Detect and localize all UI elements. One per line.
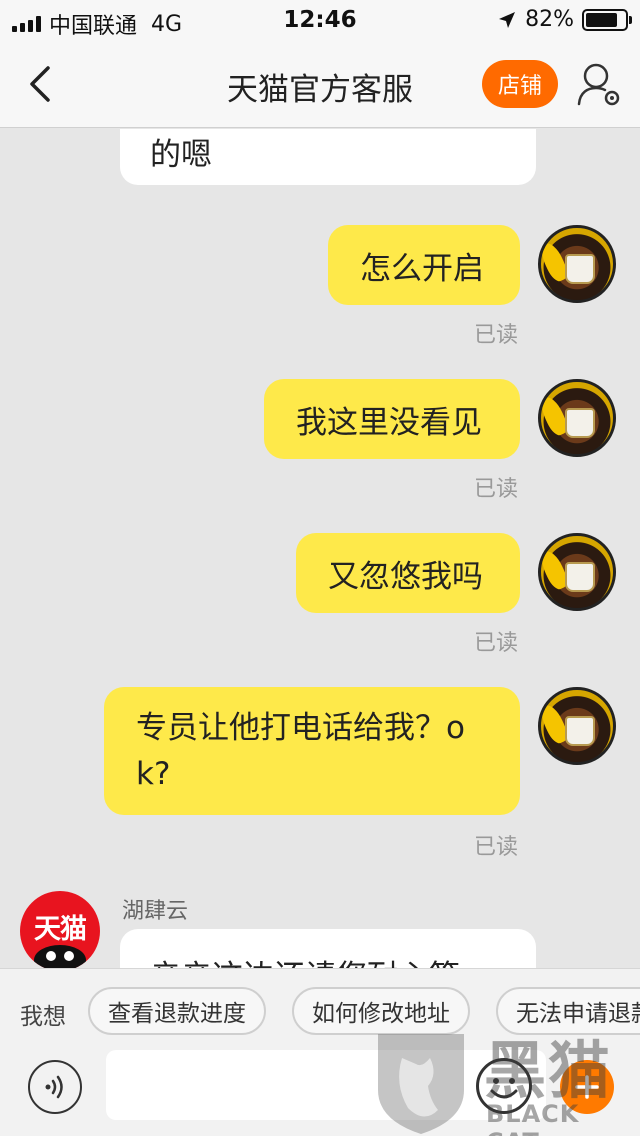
battery-percent: 82% — [525, 7, 574, 32]
avatar[interactable] — [538, 533, 616, 611]
read-status: 已读 — [473, 477, 518, 502]
status-right: 82% — [497, 7, 632, 32]
read-status: 已读 — [473, 323, 518, 348]
shop-button[interactable]: 店铺 — [482, 60, 558, 108]
message-bubble-outgoing[interactable]: 又忽悠我吗 — [296, 533, 520, 613]
voice-button[interactable] — [28, 1060, 82, 1114]
message-text-line: k? — [136, 756, 171, 792]
emoji-icon — [490, 1078, 518, 1099]
avatar[interactable] — [538, 687, 616, 765]
user-settings-icon — [577, 63, 620, 106]
message-text: 我这里没看见 — [296, 404, 482, 441]
location-arrow-icon — [499, 11, 516, 28]
message-text: 的嗯 — [150, 137, 212, 173]
battery-icon — [582, 8, 632, 31]
quick-phrases-bar: 我想 查看退款进度 如何修改地址 无法申请退款 — [0, 968, 640, 1054]
message-bubble-incoming[interactable]: 亲亲这边还请您耐心等 — [120, 929, 536, 968]
input-bar — [0, 1050, 640, 1136]
avatar[interactable] — [538, 225, 616, 303]
message-text-line: 专员让他打电话给我？o — [136, 710, 465, 746]
avatar-text: 天猫 — [34, 914, 87, 945]
quick-phrase-chip[interactable]: 如何修改地址 — [292, 987, 470, 1035]
read-status: 已读 — [473, 631, 518, 656]
quick-phrases-label: 我想 — [20, 1004, 66, 1030]
message-text: 怎么开启 — [360, 250, 484, 287]
avatar[interactable] — [538, 379, 616, 457]
status-bar: 中国联通 4G 12:46 82% — [0, 0, 640, 40]
plus-icon — [575, 1075, 599, 1099]
quick-phrase-chip[interactable]: 无法申请退款 — [496, 987, 640, 1035]
voice-icon — [45, 1075, 63, 1099]
message-bubble-outgoing[interactable]: 我这里没看见 — [264, 379, 520, 459]
plus-button[interactable] — [560, 1060, 614, 1114]
battery-level — [586, 12, 618, 27]
read-status: 已读 — [473, 835, 518, 860]
message-bubble-incoming[interactable]: 的嗯 — [120, 129, 536, 185]
sender-name: 湖肆云 — [122, 899, 189, 924]
agent-avatar[interactable]: 天猫 — [20, 891, 100, 968]
quick-phrase-chip[interactable]: 查看退款进度 — [88, 987, 266, 1035]
chat-area[interactable]: 的嗯 怎么开启 已读 我这里没看见 已读 又忽悠我吗 已读 专员让他打电话给我？… — [0, 129, 640, 968]
nav-bar: 天猫官方客服 店铺 — [0, 40, 640, 128]
message-bubble-outgoing[interactable]: 怎么开启 — [328, 225, 520, 305]
message-bubble-outgoing[interactable]: 专员让他打电话给我？o k? — [104, 687, 520, 815]
emoji-button[interactable] — [476, 1058, 532, 1114]
message-text: 又忽悠我吗 — [328, 558, 483, 595]
user-settings-button[interactable] — [576, 60, 624, 110]
message-text: 亲亲这边还请您耐心等 — [150, 959, 460, 968]
